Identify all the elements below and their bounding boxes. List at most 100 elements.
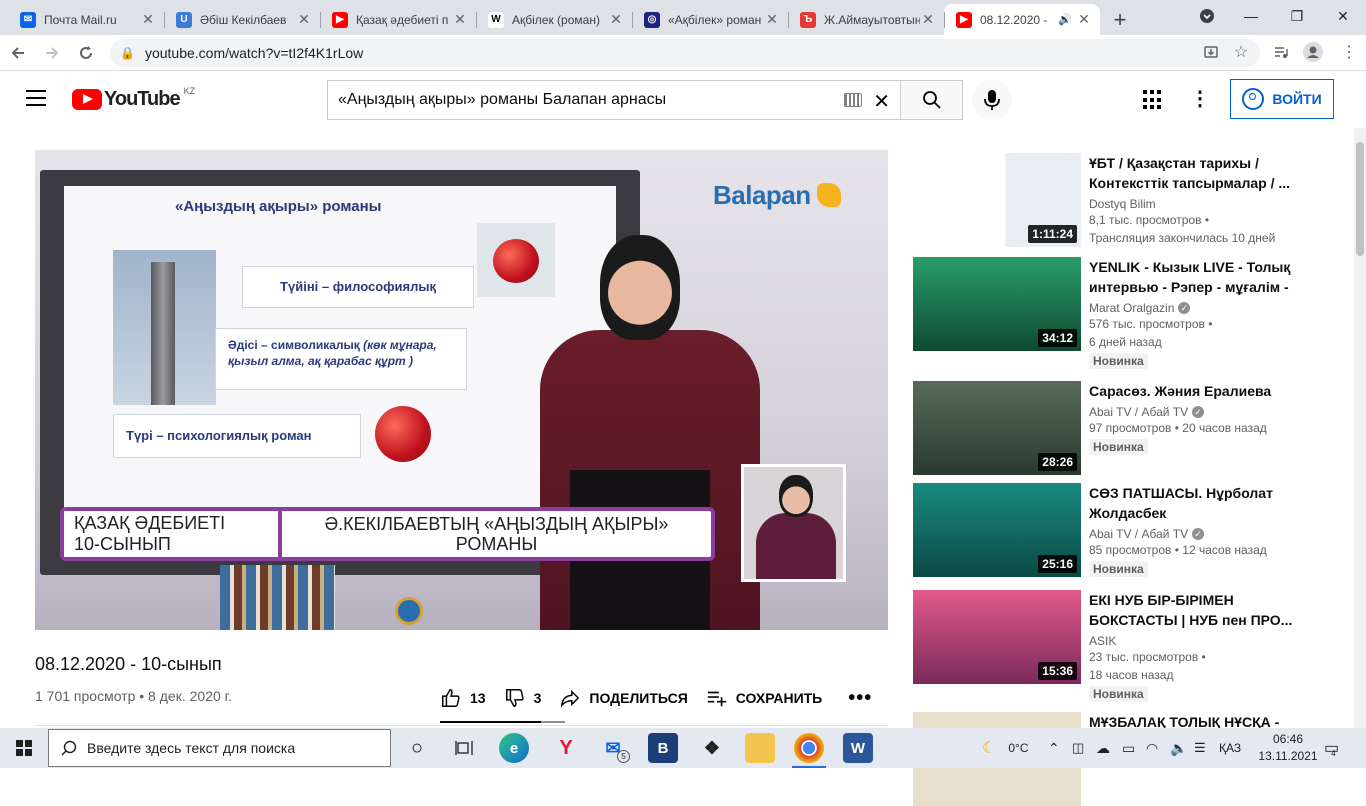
presenter [540, 235, 765, 630]
new-tab-button[interactable]: + [1100, 4, 1140, 35]
tray-app-icon[interactable]: ◫ [1072, 728, 1084, 768]
tab-close-icon[interactable]: ✕ [296, 11, 312, 28]
search-icon [922, 91, 941, 109]
video-player[interactable]: «Аңыздың ақыры» романы Түйіні – философи… [35, 150, 888, 630]
search-input[interactable]: «Аңыздың ақыры» романы Балапан арнасы ✕ [327, 80, 900, 120]
tab-favicon-icon: ✉ [20, 11, 36, 28]
taskbar-search-input[interactable]: Введите здесь текст для поиска [48, 729, 391, 767]
minaret-image [113, 250, 216, 405]
bookmark-star-icon[interactable]: ☆ [1226, 37, 1256, 67]
channel-name[interactable]: Abai TV / Абай TV ✓ [1089, 405, 1299, 419]
back-button[interactable] [2, 37, 34, 69]
show-hidden-icons[interactable]: ⌃ [1048, 728, 1060, 768]
save-button[interactable]: СОХРАНИТЬ [706, 687, 822, 709]
browser-menu-icon[interactable]: ⋮ [1334, 37, 1364, 67]
search-button[interactable] [900, 80, 963, 120]
address-bar[interactable]: 🔒 youtube.com/watch?v=tI2f4K1rLow [110, 39, 1260, 67]
edge-browser-icon[interactable]: e [499, 733, 529, 763]
media-control-icon[interactable] [1266, 37, 1296, 67]
tab-close-icon[interactable]: ✕ [452, 11, 468, 28]
recommended-title[interactable]: YENLIK - Кызык LIVE - Толық интервью - Р… [1089, 257, 1299, 297]
browser-tab[interactable]: U Әбіш Кекілбаев ✕ [164, 4, 320, 35]
channel-name[interactable]: ASIK [1089, 634, 1299, 648]
dislike-button[interactable]: 3 [504, 687, 541, 709]
channel-name[interactable]: Marat Oralgazin ✓ [1089, 301, 1299, 315]
keyboard-icon[interactable] [844, 93, 862, 107]
new-badge: Новинка [1089, 353, 1148, 369]
guide-menu-icon[interactable] [26, 90, 46, 106]
task-view-icon[interactable] [449, 733, 479, 763]
page-scrollbar[interactable] [1354, 128, 1366, 728]
more-actions-button[interactable]: ••• [848, 687, 872, 710]
browser-tab[interactable]: W Ақбілек (роман) ✕ [476, 4, 632, 35]
battery-icon[interactable]: ▭ [1122, 728, 1135, 768]
tab-list: ✉ Почта Mail.ru ✕ U Әбіш Кекілбаев ✕ ▶ Қазақ әд… [0, 4, 1100, 35]
add-to-playlist-icon [707, 691, 726, 707]
browser-tab[interactable]: ▶ Қазақ әдебиеті п ✕ [320, 4, 476, 35]
browser-tab[interactable]: ◎ «Ақбілек» роман ✕ [632, 4, 788, 35]
tab-close-icon[interactable]: ✕ [140, 11, 156, 28]
clear-search-icon[interactable]: ✕ [873, 89, 890, 114]
start-button[interactable] [0, 728, 48, 768]
video-thumbnail[interactable]: 34:12 [913, 257, 1081, 351]
file-explorer-icon[interactable] [745, 733, 775, 763]
tab-audio-icon[interactable]: 🔊 [1058, 13, 1072, 26]
tab-search-icon[interactable] [1184, 0, 1230, 32]
tab-favicon-icon: ▶ [956, 11, 972, 28]
video-actions: 13 3 ПОДЕЛИТЬСЯ СОХРАНИТЬ ••• [440, 684, 890, 712]
weather-widget[interactable]: ☾ 0°C [982, 728, 1028, 768]
reload-button[interactable] [70, 37, 102, 69]
word-icon[interactable]: W [843, 733, 873, 763]
tab-close-icon[interactable]: ✕ [608, 11, 624, 28]
yandex-browser-icon[interactable]: Y [551, 733, 581, 763]
close-window-button[interactable]: ✕ [1320, 0, 1366, 32]
input-language[interactable]: ҚАЗ [1219, 728, 1241, 768]
dropbox-icon[interactable]: ❖ [697, 733, 727, 763]
video-thumbnail[interactable]: 1:11:24 [913, 153, 1081, 247]
youtube-logo[interactable]: YouTube KZ [72, 86, 195, 110]
browser-tab[interactable]: ▶ 08.12.2020 - 🔊 ✕ [944, 4, 1100, 35]
chrome-icon[interactable] [794, 733, 824, 763]
volume-icon[interactable]: 🔈 [1170, 728, 1187, 768]
sign-language-interpreter [741, 464, 846, 582]
channel-name[interactable]: Abai TV / Абай TV ✓ [1089, 527, 1299, 541]
recommended-title[interactable]: Сарасөз. Жәния Ералиева [1089, 381, 1299, 401]
youtube-play-icon [72, 88, 102, 110]
sign-in-button[interactable]: ВОЙТИ [1230, 79, 1334, 119]
like-button[interactable]: 13 [440, 687, 486, 709]
minimize-button[interactable]: — [1228, 0, 1274, 32]
video-thumbnail[interactable]: 25:16 [913, 483, 1081, 577]
wifi-icon[interactable]: ◠ [1146, 728, 1158, 768]
install-app-icon[interactable] [1196, 37, 1226, 67]
forward-button[interactable] [36, 37, 68, 69]
apps-grid-icon[interactable] [1143, 90, 1163, 110]
video-thumbnail[interactable]: 15:36 [913, 590, 1081, 684]
recommended-title[interactable]: СӨЗ ПАТШАСЫ. Нұрболат Жолдасбек [1089, 483, 1299, 523]
recommended-title[interactable]: ЕКІ НУБ БІР-БІРІМЕН БОКСТАСТЫ | НУБ пен … [1089, 590, 1299, 630]
cortana-icon[interactable]: ○ [402, 733, 432, 763]
voice-search-button[interactable] [972, 80, 1012, 120]
tab-close-icon[interactable]: ✕ [1076, 11, 1092, 28]
verified-check-icon: ✓ [1178, 302, 1191, 314]
profile-icon[interactable] [1298, 37, 1328, 67]
app-b-icon[interactable]: B [648, 733, 678, 763]
maximize-button[interactable]: ❐ [1274, 0, 1320, 32]
video-thumbnail[interactable]: 28:26 [913, 381, 1081, 475]
network-cloud-icon[interactable]: ☁ [1096, 728, 1110, 768]
channel-name[interactable]: Dostyq Bilim [1089, 197, 1299, 211]
view-stats: 576 тыс. просмотров • [1089, 317, 1213, 331]
tab-close-icon[interactable]: ✕ [920, 11, 936, 28]
settings-menu-icon[interactable]: ⋮ [1190, 88, 1210, 110]
recommended-title[interactable]: ҰБТ / Қазақстан тарихы / Контексттік тап… [1089, 153, 1299, 193]
lower-third-caption: ҚАЗАҚ ӘДЕБИЕТІ 10-СЫНЫП Ә.КЕКІЛБАЕВТЫҢ «… [60, 507, 715, 561]
share-button[interactable]: ПОДЕЛИТЬСЯ [559, 687, 688, 709]
browser-tab[interactable]: Ъ Ж.Аймауытовтың ✕ [788, 4, 944, 35]
video-duration: 15:36 [1038, 662, 1077, 680]
tab-close-icon[interactable]: ✕ [764, 11, 780, 28]
action-center-icon[interactable]: ▭ 4 [1324, 728, 1344, 768]
system-clock[interactable]: 06:46 13.11.2021 [1258, 731, 1318, 765]
notification-count: 4 [1331, 748, 1336, 758]
browser-tab[interactable]: ✉ Почта Mail.ru ✕ [8, 4, 164, 35]
onedrive-icon[interactable]: ☰ [1194, 728, 1206, 768]
mail-app-icon[interactable]: ✉ 5 [598, 733, 630, 763]
